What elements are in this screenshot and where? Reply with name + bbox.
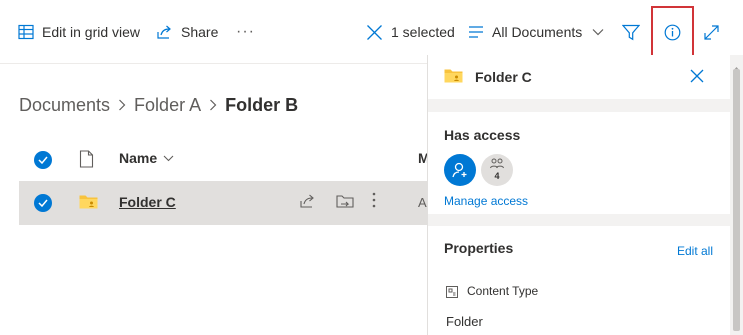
group-member-count: 4 — [494, 171, 500, 181]
has-access-section: Has access 4 Manage access — [428, 112, 731, 214]
close-icon[interactable] — [690, 69, 704, 88]
details-scrollbar[interactable] — [730, 55, 743, 335]
edit-in-grid-view-label: Edit in grid view — [42, 24, 141, 40]
file-name-link[interactable]: Folder C — [119, 194, 176, 210]
share-button[interactable]: Share — [156, 0, 218, 64]
breadcrumb-current: Folder B — [225, 94, 299, 115]
manage-access-link[interactable]: Manage access — [444, 194, 528, 208]
group-avatar[interactable]: 4 — [481, 154, 513, 186]
table-row[interactable]: Folder C A — [19, 181, 427, 225]
details-pane: Folder C Has access 4 Manage access Prop… — [427, 55, 731, 335]
edit-in-grid-view-button[interactable]: Edit in grid view — [18, 0, 140, 64]
close-selection-icon — [366, 24, 383, 41]
share-icon — [156, 24, 173, 40]
chevron-down-icon — [592, 28, 604, 36]
breadcrumb-folder-a[interactable]: Folder A — [134, 95, 201, 116]
select-all-checkbox[interactable] — [34, 151, 52, 169]
name-column-header[interactable]: Name — [119, 150, 174, 166]
properties-title: Properties — [444, 240, 514, 256]
edit-all-link[interactable]: Edit all — [677, 244, 713, 258]
modified-cell: A — [418, 195, 427, 210]
filter-icon — [622, 24, 640, 41]
more-actions-button[interactable]: ··· — [236, 0, 255, 64]
more-vertical-icon[interactable] — [372, 191, 376, 214]
shared-folder-icon — [444, 68, 463, 88]
content-type-label: Content Type — [467, 284, 539, 298]
scrollbar-thumb[interactable] — [733, 69, 740, 331]
file-type-header-icon[interactable] — [79, 150, 94, 173]
details-pane-header: Folder C — [428, 55, 731, 99]
shared-folder-icon — [79, 194, 98, 214]
name-column-label: Name — [119, 150, 158, 166]
share-label: Share — [181, 24, 219, 40]
breadcrumb: Documents Folder A Folder B — [19, 91, 298, 119]
expand-icon — [703, 24, 720, 41]
chevron-down-icon — [163, 155, 174, 162]
list-header: Name M — [19, 140, 428, 180]
breadcrumb-documents[interactable]: Documents — [19, 95, 110, 116]
chevron-right-icon — [118, 99, 126, 111]
properties-section: Properties Edit all Content Type Folder — [428, 226, 731, 335]
person-avatar[interactable] — [444, 154, 476, 186]
view-label: All Documents — [492, 24, 583, 40]
more-icon: ··· — [236, 23, 255, 40]
content-type-value: Folder — [446, 314, 483, 329]
info-icon — [664, 24, 681, 41]
details-title: Folder C — [475, 69, 532, 85]
info-details-button[interactable] — [651, 6, 694, 58]
chevron-right-icon — [209, 99, 217, 111]
view-list-icon — [468, 25, 484, 39]
share-icon[interactable] — [299, 193, 316, 214]
row-checkbox[interactable] — [34, 194, 52, 212]
move-folder-icon[interactable] — [336, 193, 354, 214]
grid-icon — [18, 24, 34, 40]
has-access-title: Has access — [444, 127, 521, 143]
selected-count-label: 1 selected — [391, 24, 455, 40]
content-type-icon — [446, 285, 458, 303]
